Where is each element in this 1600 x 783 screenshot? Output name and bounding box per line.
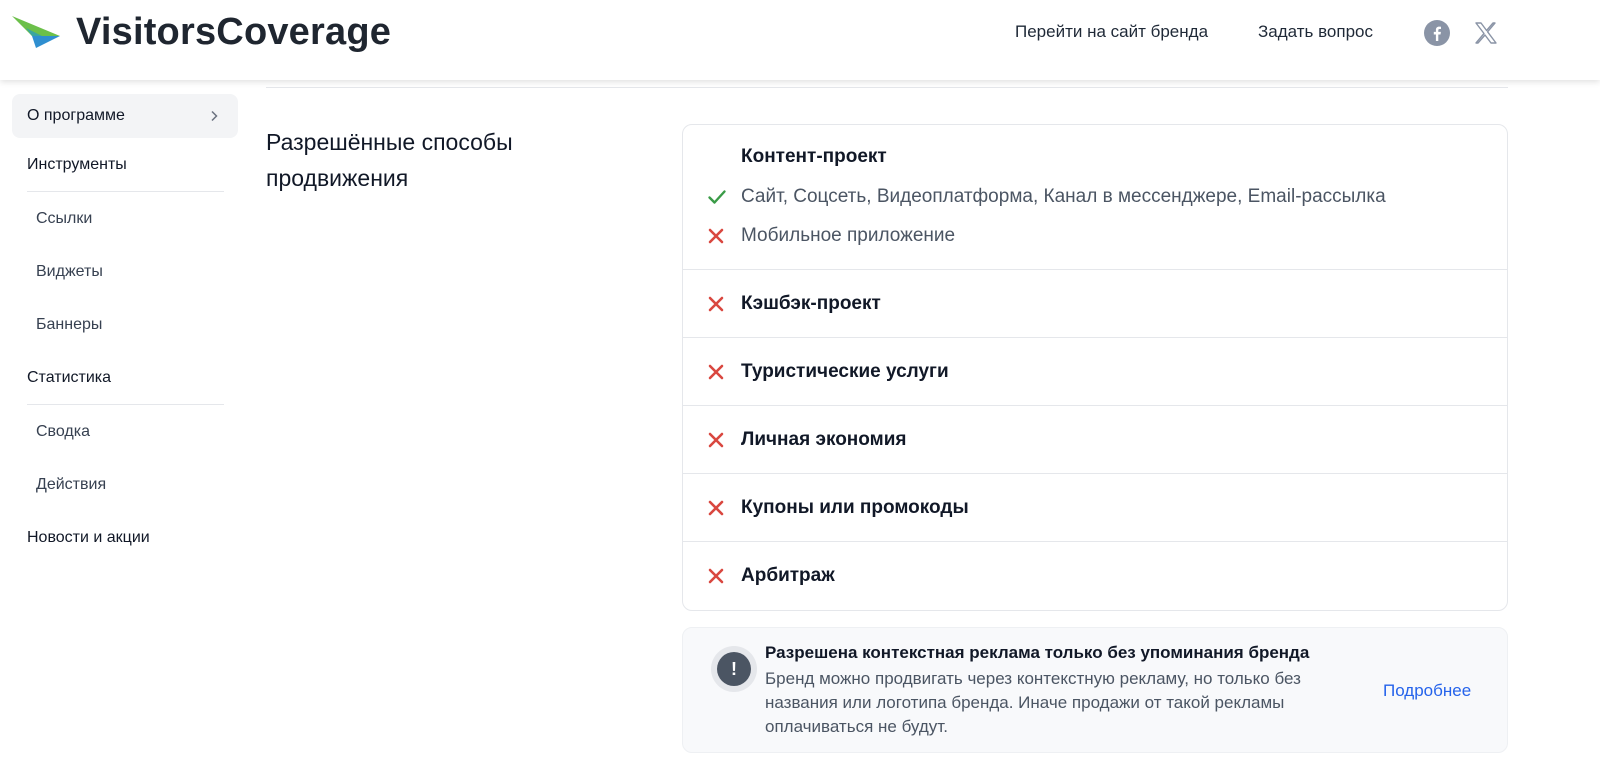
- denied-subitem: Мобильное приложение: [707, 221, 955, 251]
- list-item-label: Кэшбэк-проект: [741, 292, 881, 314]
- exclamation-icon: !: [711, 646, 757, 692]
- sidebar-group-tools[interactable]: Инструменты: [12, 138, 238, 191]
- logo-mark-icon: [12, 16, 60, 48]
- list-item-label: Купоны или промокоды: [741, 496, 969, 518]
- list-item: Туристические услуги: [683, 338, 1507, 406]
- sidebar-item-links[interactable]: Ссылки: [12, 192, 238, 245]
- sidebar-item-summary[interactable]: Сводка: [12, 405, 238, 458]
- logo-text: VisitorsCoverage: [76, 11, 392, 53]
- sidebar-group-statistics[interactable]: Статистика: [12, 351, 238, 404]
- cross-icon: [708, 568, 724, 584]
- more-info-link[interactable]: Подробнее: [1383, 681, 1471, 701]
- list-item-label: Арбитраж: [741, 565, 835, 586]
- section-title: Разрешённые способы продвижения: [266, 129, 513, 191]
- sidebar-group-news[interactable]: Новости и акции: [12, 511, 238, 564]
- cross-icon: [708, 432, 724, 447]
- list-item: Арбитраж: [683, 542, 1507, 610]
- facebook-icon[interactable]: [1424, 20, 1450, 46]
- chevron-right-icon: [211, 110, 218, 122]
- x-twitter-icon[interactable]: [1473, 20, 1499, 46]
- sidebar-item-about[interactable]: О программе: [12, 94, 238, 138]
- content-divider: [266, 87, 1508, 88]
- notice-title: Разрешена контекстная реклама только без…: [765, 643, 1310, 662]
- sidebar-item-label: О программе: [27, 107, 125, 124]
- cross-icon: [708, 364, 724, 379]
- denied-channels: Мобильное приложение: [741, 225, 956, 246]
- sidebar-item-actions[interactable]: Действия: [12, 458, 238, 511]
- content-project-title: Контент-проект: [741, 146, 887, 167]
- brand-site-link[interactable]: Перейти на сайт бренда: [1015, 21, 1208, 43]
- sidebar-item-widgets[interactable]: Виджеты: [12, 245, 238, 298]
- list-item-label: Личная экономия: [741, 428, 907, 450]
- list-item: Купоны или промокоды: [683, 474, 1507, 542]
- check-icon: [708, 190, 726, 204]
- top-header: VisitorsCoverage Перейти на сайт бренда …: [0, 0, 1600, 80]
- notice-body: Бренд можно продвигать через контекстную…: [765, 669, 1301, 736]
- ask-question-link[interactable]: Задать вопрос: [1258, 21, 1373, 43]
- cross-icon: [708, 228, 724, 244]
- sidebar: О программе Инструменты Ссылки Виджеты Б…: [12, 94, 238, 564]
- promotion-methods-list: Контент-проект Сайт, Соцсеть, Видеоплатф…: [682, 124, 1508, 611]
- list-item-content-project: Контент-проект Сайт, Соцсеть, Видеоплатф…: [683, 125, 1507, 270]
- list-item: Кэшбэк-проект: [683, 270, 1507, 338]
- exclamation-glyph: !: [717, 652, 751, 686]
- list-item: Личная экономия: [683, 406, 1507, 474]
- logo[interactable]: VisitorsCoverage: [12, 11, 392, 53]
- cross-icon: [708, 500, 724, 515]
- allowed-channels: Сайт, Соцсеть, Видеоплатформа, Канал в м…: [741, 186, 1386, 207]
- sidebar-item-banners[interactable]: Баннеры: [12, 298, 238, 351]
- context-ads-notice: ! Разрешена контекстная реклама только б…: [682, 627, 1508, 753]
- cross-icon: [708, 296, 724, 311]
- list-item-label: Туристические услуги: [741, 360, 949, 382]
- allowed-subitem: Сайт, Соцсеть, Видеоплатформа, Канал в м…: [707, 182, 1386, 212]
